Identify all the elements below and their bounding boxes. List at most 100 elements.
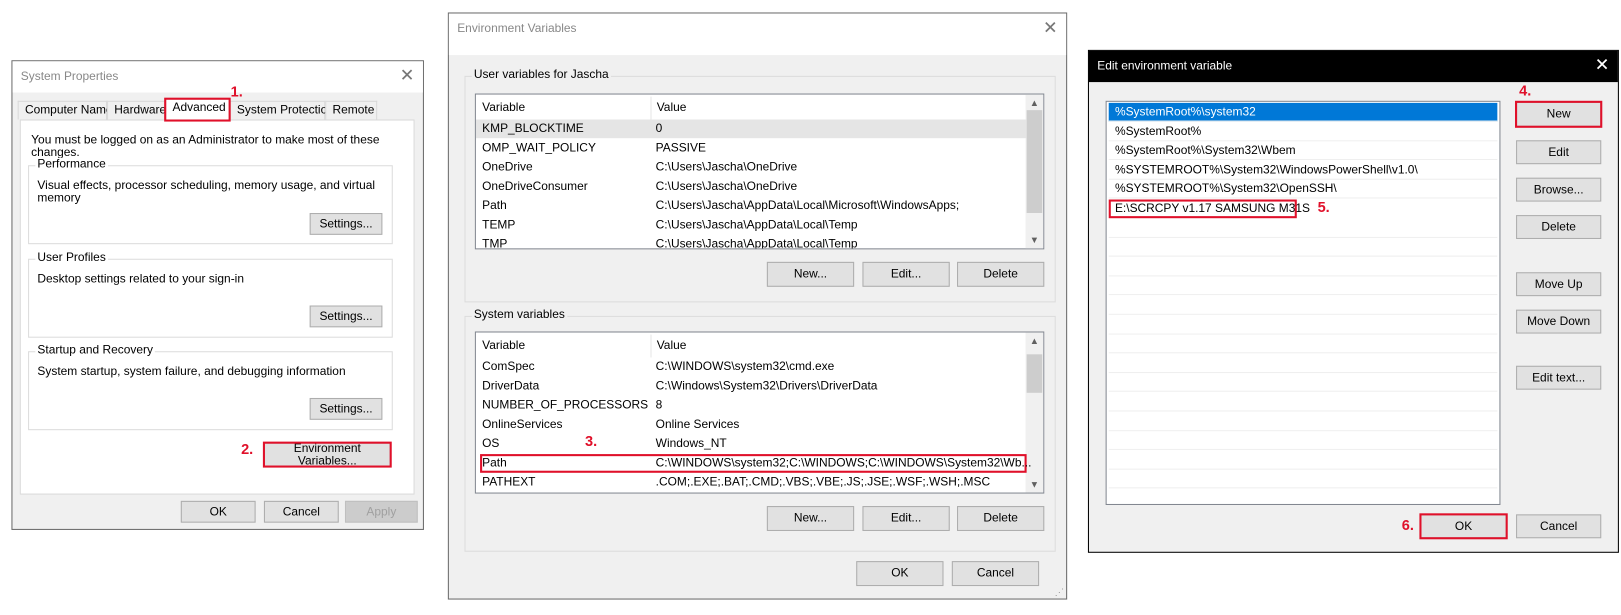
cancel-button[interactable]: Cancel <box>263 500 339 523</box>
variable-value: C:\Users\Jascha\OneDrive <box>655 180 798 193</box>
variable-value: Windows_NT <box>655 437 727 450</box>
move-down-button[interactable]: Move Down <box>1516 309 1602 334</box>
table-row[interactable]: TMP C:\Users\Jascha\AppData\Local\Temp <box>476 235 1027 248</box>
table-row[interactable]: KMP_BLOCKTIME 0 <box>475 119 1027 139</box>
table-row[interactable]: TEMP C:\Users\Jascha\AppData\Local\Temp <box>476 216 1027 235</box>
step-3-label: 3. <box>585 432 598 449</box>
edit-text-button[interactable]: Edit text... <box>1516 365 1602 390</box>
empty-row[interactable] <box>1108 470 1498 489</box>
environment-variables-button[interactable]: Environment Variables... <box>262 441 392 468</box>
path-entry[interactable]: E:\SCRCPY v1.17 SAMSUNG M31S <box>1108 199 1310 219</box>
table-row[interactable]: PATHEXT .COM;.EXE;.BAT;.CMD;.VBS;.VBE;.JS… <box>476 473 1027 492</box>
variable-name: ComSpec <box>482 360 535 374</box>
system-new-button[interactable]: New... <box>766 506 855 531</box>
empty-row[interactable] <box>1108 219 1498 238</box>
delete-button[interactable]: Delete <box>1516 215 1602 239</box>
table-row[interactable]: NUMBER_OF_PROCESSORS 8 <box>476 396 1027 415</box>
table-row[interactable]: ComSpec C:\WINDOWS\system32\cmd.exe <box>476 357 1027 376</box>
empty-row[interactable] <box>1108 412 1498 431</box>
path-entry[interactable]: %SystemRoot%\System32\Wbem <box>1108 142 1498 161</box>
browse-button[interactable]: Browse... <box>1516 177 1602 202</box>
user-edit-button[interactable]: Edit... <box>862 261 950 287</box>
resize-grip-icon[interactable]: ⋰ <box>1055 587 1064 598</box>
ok-button[interactable]: OK <box>856 561 944 587</box>
scroll-up-icon[interactable]: ▲ <box>1026 98 1044 108</box>
empty-row[interactable] <box>1108 335 1498 354</box>
empty-row[interactable] <box>1108 257 1498 277</box>
scroll-down-icon[interactable]: ▼ <box>1026 479 1044 489</box>
user-new-button[interactable]: New... <box>766 261 855 287</box>
user-variables-list[interactable]: ▲ ▼ Variable Value KMP_BLOCKTIME 0 OMP_WAIT_… <box>474 93 1045 250</box>
tab-advanced[interactable]: Advanced <box>164 97 231 122</box>
empty-row[interactable] <box>1108 393 1498 412</box>
user-profiles-settings-button[interactable]: Settings... <box>309 305 383 328</box>
variable-name: OneDrive <box>482 161 533 174</box>
empty-row[interactable] <box>1109 489 1498 504</box>
user-delete-button[interactable]: Delete <box>957 261 1045 287</box>
apply-button[interactable]: Apply <box>344 500 418 523</box>
cancel-button[interactable]: Cancel <box>1516 514 1602 539</box>
empty-row[interactable] <box>1108 354 1498 373</box>
path-entries-list[interactable]: %SystemRoot%\system32 %SystemRoot% %System… <box>1105 100 1501 506</box>
variable-name: OneDriveConsumer <box>482 180 588 193</box>
scroll-up-icon[interactable]: ▲ <box>1026 336 1044 346</box>
path-entry[interactable]: %SYSTEMROOT%\System32\WindowsPowerShell\… <box>1108 161 1498 180</box>
variable-name: Path <box>482 199 507 212</box>
table-row[interactable]: OS Windows_NT <box>476 434 1027 453</box>
path-entry[interactable]: %SYSTEMROOT%\System32\OpenSSH\ <box>1108 180 1498 199</box>
column-header-variable[interactable]: Variable <box>482 335 525 358</box>
new-button[interactable]: New <box>1515 100 1603 128</box>
tab-system-protection[interactable]: System Protection <box>229 100 334 120</box>
path-entry[interactable]: %SystemRoot% <box>1108 122 1498 141</box>
close-icon[interactable]: ✕ <box>1043 18 1058 38</box>
close-icon[interactable]: ✕ <box>400 66 415 86</box>
variable-value: PASSIVE <box>655 141 706 155</box>
table-row[interactable]: Path C:\WINDOWS\system32;C:\WINDOWS;C:\WI… <box>480 453 1031 473</box>
scrollbar-thumb[interactable] <box>1026 354 1043 393</box>
tab-computer-name[interactable]: Computer Name <box>17 100 113 120</box>
ok-button[interactable]: OK <box>1419 513 1508 540</box>
table-row[interactable]: OneDrive C:\Users\Jascha\OneDrive <box>476 158 1027 177</box>
tab-hardware[interactable]: Hardware <box>107 100 166 120</box>
table-row[interactable]: OnlineServices Online Services <box>476 415 1027 434</box>
step-6-label: 6. <box>1401 516 1414 534</box>
ok-button[interactable]: OK <box>180 500 256 523</box>
edit-button[interactable]: Edit <box>1516 140 1602 165</box>
variable-value: 8 <box>655 399 663 412</box>
empty-row[interactable] <box>1108 451 1498 470</box>
empty-row[interactable] <box>1108 315 1498 335</box>
table-row[interactable]: DriverData C:\Windows\System32\Drivers\Dr… <box>476 377 1027 396</box>
scrollbar-thumb[interactable] <box>1026 110 1043 214</box>
cancel-button[interactable]: Cancel <box>951 561 1040 587</box>
column-header-variable[interactable]: Variable <box>482 97 525 120</box>
performance-settings-button[interactable]: Settings... <box>309 213 383 235</box>
startup-recovery-group: Startup and Recovery System startup, sys… <box>28 343 393 431</box>
table-row[interactable]: Path C:\Users\Jascha\AppData\Local\Micros… <box>476 196 1027 215</box>
user-profiles-group: User Profiles Desktop settings related t… <box>28 251 393 338</box>
column-header-value[interactable]: Value <box>650 96 686 120</box>
empty-row[interactable] <box>1108 277 1498 296</box>
group-label: User Profiles <box>35 251 108 264</box>
column-header-value[interactable]: Value <box>650 334 686 358</box>
empty-row[interactable] <box>1108 373 1498 393</box>
empty-row[interactable] <box>1108 296 1498 315</box>
system-delete-button[interactable]: Delete <box>957 506 1045 531</box>
variable-value: C:\WINDOWS\system32;C:\WINDOWS;C:\WINDOW… <box>655 456 1032 470</box>
close-icon[interactable]: ✕ <box>1595 56 1610 75</box>
tab-remote[interactable]: Remote <box>325 100 378 120</box>
table-row[interactable]: OMP_WAIT_POLICY PASSIVE <box>476 139 1027 158</box>
startup-settings-button[interactable]: Settings... <box>309 397 383 420</box>
system-variables-list[interactable]: ▲ ▼ Variable Value ComSpec C:\WINDOWS\syste… <box>474 331 1045 494</box>
table-header: Variable Value <box>476 96 1027 120</box>
dialog-title: System Properties <box>20 70 119 84</box>
system-edit-button[interactable]: Edit... <box>862 506 950 531</box>
empty-row[interactable] <box>1108 431 1498 451</box>
path-entry[interactable]: %SystemRoot%\system32 <box>1108 102 1498 122</box>
scroll-down-icon[interactable]: ▼ <box>1026 235 1044 245</box>
variable-value: C:\Users\Jascha\AppData\Local\Microsoft\… <box>655 199 960 212</box>
empty-row[interactable] <box>1108 238 1498 257</box>
scrollbar[interactable]: ▲ ▼ <box>1025 94 1044 249</box>
table-row[interactable]: OneDriveConsumer C:\Users\Jascha\OneDrive <box>476 177 1027 196</box>
performance-group: Performance Visual effects, processor sc… <box>28 157 393 245</box>
move-up-button[interactable]: Move Up <box>1516 272 1602 297</box>
